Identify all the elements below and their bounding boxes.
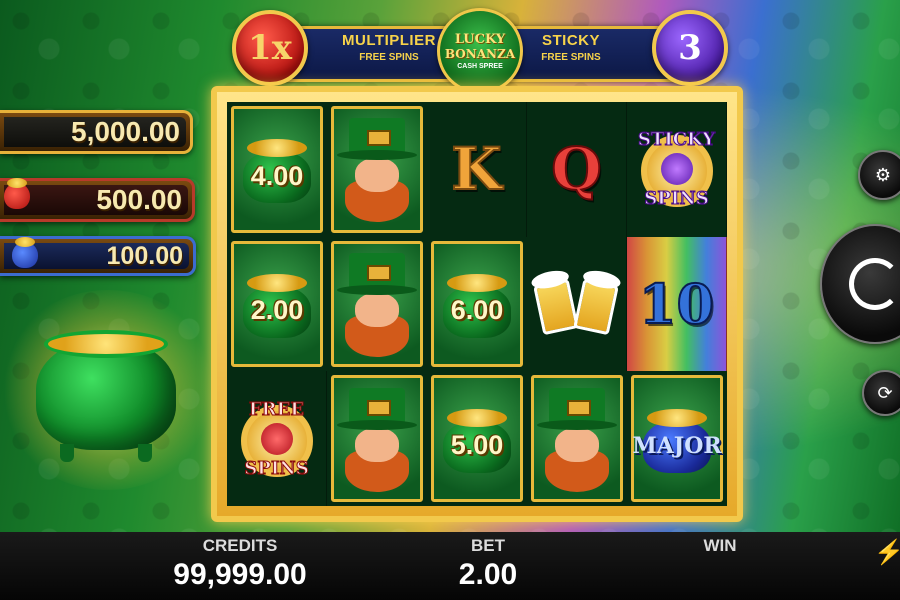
reel-cell: 2.00 xyxy=(231,240,323,368)
symbol-value: 6.00 xyxy=(450,295,504,326)
symbol-value: 4.00 xyxy=(250,160,304,191)
card-symbol: Q xyxy=(550,134,603,204)
bet-label: BET xyxy=(471,536,505,555)
symbol-value: 2.00 xyxy=(250,295,304,326)
logo-line-2: BONANZA xyxy=(444,47,516,61)
jackpot-grand-value: 5,000.00 xyxy=(71,116,180,147)
reel-cell: 6.00 xyxy=(431,240,523,368)
leprechaun-symbol xyxy=(335,114,419,224)
game-header: 1x MULTIPLIER FREE SPINS LUCKY BONANZA C… xyxy=(232,8,728,96)
credits-value: 99,999.00 xyxy=(173,558,307,591)
sticky-spins-symbol: STICKY SPINS xyxy=(633,117,721,221)
sticky-badge: 3 xyxy=(652,10,728,86)
win-display: WIN xyxy=(680,532,760,558)
jackpot-major-value: 500.00 xyxy=(96,184,182,215)
red-pot-icon xyxy=(4,178,30,209)
bet-settings-button[interactable]: ⚙ xyxy=(858,150,900,200)
gold-pot-symbol: 4.00 xyxy=(237,133,317,205)
jackpot-minor-value: 100.00 xyxy=(106,241,183,270)
bottom-status-bar: CREDITS 99,999.00 BET 2.00 WIN xyxy=(0,532,900,600)
win-label: WIN xyxy=(703,536,737,555)
spin-button[interactable] xyxy=(820,224,900,344)
symbol-text-bottom: SPINS xyxy=(244,457,309,479)
leprechaun-symbol xyxy=(535,384,619,494)
gold-pot-symbol: 5.00 xyxy=(437,403,517,475)
symbol-value: 5.00 xyxy=(450,430,504,461)
reel-cell: STICKY SPINS xyxy=(627,102,727,237)
symbol-value: MAJOR xyxy=(632,432,722,459)
gold-pot-symbol: 2.00 xyxy=(237,268,317,340)
reel-cell xyxy=(331,106,423,233)
blue-pot-icon xyxy=(12,237,38,268)
sticky-sub-label: FREE SPINS xyxy=(541,52,601,63)
spin-icon xyxy=(849,258,900,310)
coins-stack-icon: ⚙ xyxy=(874,164,892,185)
card-symbol: 10 xyxy=(638,271,715,337)
autoplay-button[interactable]: ⟳ xyxy=(862,370,900,416)
bet-display: BET 2.00 xyxy=(438,532,538,592)
multiplier-label: MULTIPLIER xyxy=(342,32,436,49)
beer-mugs-symbol xyxy=(532,264,622,344)
credits-display: CREDITS 99,999.00 xyxy=(148,532,332,592)
multiplier-sub-label: FREE SPINS xyxy=(359,52,419,63)
reel-frame: 4.00 K Q STICKY SPINS 2.00 6.00 10 FREE SPINS 5.00… xyxy=(211,86,743,522)
multiplier-badge: 1x xyxy=(232,10,308,86)
jackpot-grand-panel: 5,000.00 xyxy=(0,110,193,154)
bet-value: 2.00 xyxy=(458,558,518,591)
card-symbol: K xyxy=(450,134,502,204)
pot-of-gold-illustration xyxy=(0,290,218,490)
symbol-text-top: STICKY xyxy=(637,129,716,151)
reel-cell xyxy=(527,236,627,372)
reel-grid: 4.00 K Q STICKY SPINS 2.00 6.00 10 FREE SPINS 5.00… xyxy=(227,102,727,506)
multiplier-label-group: MULTIPLIER FREE SPINS xyxy=(324,32,454,63)
reel-cell xyxy=(331,240,423,368)
gold-pot-symbol: 6.00 xyxy=(437,268,517,340)
symbol-text-bottom: SPINS xyxy=(644,188,709,210)
sticky-label: STICKY xyxy=(541,32,600,49)
reel-cell: 5.00 xyxy=(431,375,523,502)
autoplay-icon: ⟳ xyxy=(877,382,893,403)
reel-cell: K xyxy=(427,102,527,237)
logo-line-3: CASH SPREE xyxy=(457,63,503,70)
reel-cell xyxy=(331,375,423,502)
sticky-label-group: STICKY FREE SPINS xyxy=(506,32,636,63)
symbol-text-top: FREE xyxy=(248,398,305,420)
logo-line-1: LUCKY xyxy=(454,32,506,47)
leprechaun-symbol xyxy=(335,384,419,494)
blue-pot-symbol: MAJOR xyxy=(632,403,722,475)
credits-label: CREDITS xyxy=(202,536,278,555)
reel-cell: MAJOR xyxy=(631,375,723,502)
reel-cell xyxy=(531,375,623,502)
leprechaun-symbol xyxy=(335,249,419,359)
free-spins-symbol: FREE SPINS xyxy=(233,387,321,491)
reel-cell: 4.00 xyxy=(231,106,323,233)
reel-cell: 10 xyxy=(627,236,727,372)
reel-cell: Q xyxy=(527,102,627,237)
lightning-bolt-icon[interactable]: ⚡ xyxy=(874,538,900,567)
reel-cell: FREE SPINS xyxy=(227,371,327,506)
